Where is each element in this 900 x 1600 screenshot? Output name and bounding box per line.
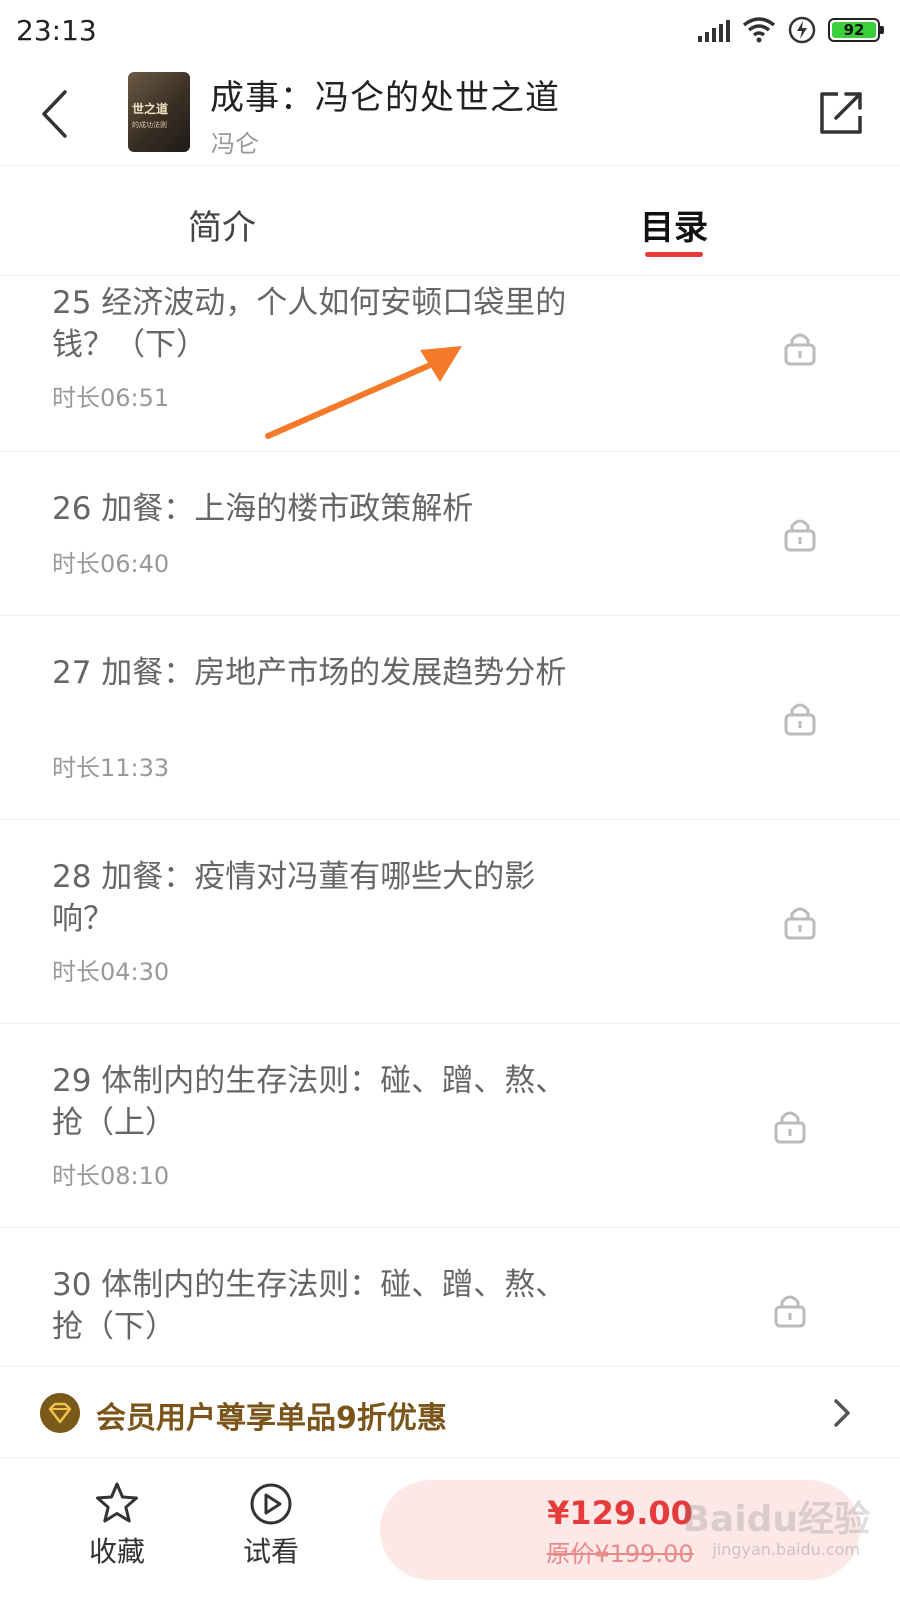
play-circle-icon xyxy=(250,1483,292,1525)
book-title: 成事：冯仑的处世之道 xyxy=(210,78,560,118)
status-time: 23:13 xyxy=(16,14,97,47)
wifi-icon xyxy=(742,17,776,43)
page-header: 世之道 的成功法则 成事：冯仑的处世之道 冯仑 xyxy=(0,62,900,166)
signal-icon xyxy=(698,18,730,42)
book-cover[interactable]: 世之道 的成功法则 xyxy=(128,72,190,152)
lock-icon xyxy=(774,1295,806,1328)
back-button[interactable] xyxy=(30,84,78,144)
item-duration: 时长11:33 xyxy=(52,754,170,782)
tab-catalog[interactable]: 目录 xyxy=(640,200,708,249)
status-bar: 23:13 92 xyxy=(0,0,900,62)
cover-subtext: 的成功法则 xyxy=(132,121,167,129)
list-item[interactable]: 25 经济波动，个人如何安顿口袋里的钱？（下） 时长06:51 xyxy=(0,276,900,452)
watermark-url: jingyan.baidu.com xyxy=(712,1540,860,1559)
status-icons: 92 xyxy=(698,16,884,44)
trial-button[interactable]: 试看 xyxy=(226,1480,316,1570)
item-title: 26 加餐：上海的楼市政策解析 xyxy=(52,491,474,527)
trial-label: 试看 xyxy=(242,1535,299,1568)
member-banner-text: 会员用户尊享单品9折优惠 xyxy=(96,1401,447,1436)
watermark: Baidu经验 xyxy=(682,1499,870,1540)
vip-diamond-icon xyxy=(40,1393,80,1433)
book-author[interactable]: 冯仑 xyxy=(211,124,259,159)
list-item[interactable]: 26 加餐：上海的楼市政策解析 时长06:40 xyxy=(0,452,900,616)
tab-intro[interactable]: 简介 xyxy=(188,200,256,249)
charging-icon xyxy=(788,16,816,44)
lock-icon xyxy=(784,907,816,940)
lock-icon xyxy=(784,333,816,366)
list-item[interactable]: 29 体制内的生存法则：碰、蹭、熬、抢（上） 时长08:10 xyxy=(0,1024,900,1228)
item-duration: 时长06:51 xyxy=(52,384,170,412)
battery-level: 92 xyxy=(832,21,876,39)
list-item[interactable]: 30 体制内的生存法则：碰、蹭、熬、抢（下） xyxy=(0,1228,900,1366)
chevron-right-icon xyxy=(834,1399,850,1427)
tab-active-indicator xyxy=(645,252,703,257)
catalog-list[interactable]: 25 经济波动，个人如何安顿口袋里的钱？（下） 时长06:51 26 加餐：上海… xyxy=(0,276,900,1366)
share-button[interactable] xyxy=(816,86,868,138)
share-icon xyxy=(820,92,862,134)
item-title: 29 体制内的生存法则：碰、蹭、熬、抢（上） xyxy=(52,1063,567,1141)
tab-bar: 简介 目录 xyxy=(0,166,900,276)
favorite-label: 收藏 xyxy=(88,1535,145,1568)
item-duration: 时长04:30 xyxy=(52,958,170,986)
lock-icon xyxy=(774,1111,806,1144)
back-chevron-icon xyxy=(42,90,67,138)
item-title: 28 加餐：疫情对冯董有哪些大的影响？ xyxy=(52,859,536,937)
list-item[interactable]: 27 加餐：房地产市场的发展趋势分析 时长11:33 xyxy=(0,616,900,820)
member-discount-banner[interactable]: 会员用户尊享单品9折优惠 xyxy=(0,1366,900,1458)
favorite-button[interactable]: 收藏 xyxy=(72,1480,162,1570)
list-item[interactable]: 28 加餐：疫情对冯董有哪些大的影响？ 时长04:30 xyxy=(0,820,900,1024)
item-title: 25 经济波动，个人如何安顿口袋里的钱？（下） xyxy=(52,285,567,363)
item-duration: 时长08:10 xyxy=(52,1162,170,1190)
item-title: 27 加餐：房地产市场的发展趋势分析 xyxy=(52,655,567,691)
item-title: 30 体制内的生存法则：碰、蹭、熬、抢（下） xyxy=(52,1267,567,1345)
battery-icon: 92 xyxy=(828,18,884,42)
item-duration: 时长06:40 xyxy=(52,550,170,578)
cover-text: 世之道 xyxy=(132,102,169,116)
lock-icon xyxy=(784,703,816,736)
lock-icon xyxy=(784,519,816,552)
star-icon xyxy=(96,1482,138,1523)
